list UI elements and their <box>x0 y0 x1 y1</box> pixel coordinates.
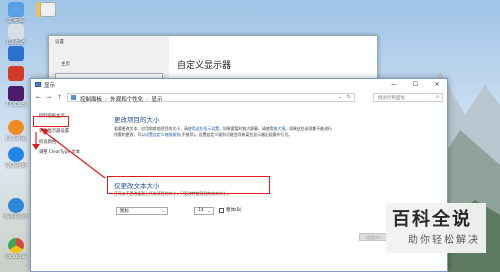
maximize-button[interactable]: ☐ <box>405 79 425 91</box>
display-settings-link[interactable]: 使用这些显示设置 <box>188 126 219 131</box>
watermark-title: 百科全说 <box>392 209 472 230</box>
breadcrumb-control-panel[interactable]: 控制面板 <box>80 97 102 103</box>
chevron-down-icon: ⌄ <box>207 208 211 213</box>
recycle-bin-glyph <box>8 24 24 39</box>
uc-browser-icon[interactable]: UC浏览 <box>2 120 30 142</box>
text-size-highlight-box <box>107 176 270 194</box>
desktop-icon-column: 此电脑 回收站 TOOLS UC浏览 QQ浏览 搜狗浏览 Google <box>0 0 32 272</box>
navigation-bar: ← → ↑ 控制面板 › 外观和个性化 › 显示 ⌄ ↻ 搜索控制面板 ⌕ <box>31 91 447 104</box>
file-glyph <box>40 2 56 17</box>
watermark-subtitle: 助你轻松解决 <box>408 235 480 246</box>
sidebar-item-calibrate-color[interactable]: 校准颜色 <box>39 139 56 145</box>
uc-browser-glyph <box>8 120 24 135</box>
watermark: 百科全说 助你轻松解决 <box>386 203 486 253</box>
chrome-glyph <box>8 238 24 253</box>
desc-text: 。如果要暂时放大屏幕，请使用 <box>219 126 274 131</box>
cleartype-highlight-box <box>33 116 69 127</box>
breadcrumb: 控制面板 › 外观和个性化 › 显示 <box>80 95 162 103</box>
search-input[interactable]: 搜索控制面板 ⌕ <box>373 93 443 102</box>
sidebar: 控制面板主页 更改显示器设置 校准颜色 调整 ClearType 文本 <box>31 105 106 265</box>
sogou-browser-glyph <box>8 198 24 213</box>
chevron-right-icon: › <box>105 97 108 103</box>
breadcrumb-display[interactable]: 显示 <box>151 97 162 103</box>
sidebar-item-cleartype[interactable]: 调整 ClearType 文本 <box>39 149 80 155</box>
font-size-value: 14 <box>198 208 204 213</box>
sidebar-item-display-settings[interactable]: 更改显示器设置 <box>39 128 69 134</box>
up-button[interactable]: ↑ <box>57 94 62 101</box>
settings-home-link[interactable]: 主页 <box>61 61 70 67</box>
bold-label: 粗体(B) <box>226 208 242 213</box>
premiere-glyph <box>8 86 24 101</box>
search-icon: ⌕ <box>436 94 439 100</box>
qq-browser-glyph <box>8 147 24 162</box>
back-button[interactable]: ← <box>36 94 41 101</box>
desc-text: 若要更改文本、应用和其他项目的大小，请 <box>114 126 188 131</box>
magnifier-link[interactable]: 放大镜 <box>274 126 286 131</box>
desc-text: (不推荐)。设置自定义级别可能会导致某些显示器出现意外行为。 <box>180 132 293 137</box>
title-bar[interactable]: 显示 — ☐ ✕ <box>31 79 447 91</box>
desktop-tile-icon[interactable] <box>2 66 30 81</box>
item-select[interactable]: 图标 ⌄ <box>116 207 168 215</box>
refresh-icon[interactable]: ↻ <box>347 94 351 100</box>
icon-label: 此电脑 <box>6 17 25 24</box>
tile-glyph <box>8 66 24 81</box>
text-size-controls: 图标 ⌄ 14 ⌄ 粗体(B) <box>114 205 334 217</box>
control-panel-icon <box>71 95 76 100</box>
premiere-icon[interactable]: TOOLS <box>2 86 30 108</box>
change-size-description: 若要更改文本、应用和其他项目的大小，请使用这些显示设置。如果要暂时放大屏幕，请使… <box>114 126 334 138</box>
search-placeholder: 搜索控制面板 <box>378 96 405 101</box>
icon-label: TOOLS <box>5 101 27 108</box>
chevron-down-icon: ⌄ <box>161 208 165 213</box>
tile-glyph <box>8 46 24 61</box>
computer-icon[interactable]: 此电脑 <box>2 2 30 24</box>
file-icon[interactable] <box>34 2 62 17</box>
chevron-right-icon: › <box>146 97 149 103</box>
window-title: 显示 <box>44 83 56 89</box>
custom-scaling-link[interactable]: 设置自定义缩放级别 <box>145 132 180 137</box>
icon-label: Google <box>5 253 27 260</box>
sogou-browser-icon[interactable]: 搜狗浏览 <box>2 198 30 220</box>
font-size-select[interactable]: 14 ⌄ <box>194 207 214 215</box>
address-bar[interactable]: 控制面板 › 外观和个性化 › 显示 ⌄ ↻ <box>67 93 355 103</box>
icon-label: 回收站 <box>6 39 25 46</box>
apply-button[interactable]: 应用(A) <box>359 233 387 241</box>
settings-title: 设置 <box>55 40 64 45</box>
qq-browser-icon[interactable]: QQ浏览 <box>2 147 30 169</box>
item-select-value: 图标 <box>120 209 129 214</box>
icon-label: UC浏览 <box>5 135 27 142</box>
icon-label: 搜狗浏览 <box>3 213 28 220</box>
minimize-button[interactable]: — <box>384 79 404 91</box>
recycle-bin-icon[interactable]: 回收站 <box>2 24 30 46</box>
close-button[interactable]: ✕ <box>427 79 447 91</box>
bold-checkbox[interactable] <box>219 208 224 213</box>
icon-label: QQ浏览 <box>5 162 27 169</box>
chrome-icon[interactable]: Google <box>2 238 30 260</box>
window-controls: — ☐ ✕ <box>384 79 447 91</box>
change-size-heading: 更改项目的大小 <box>114 116 160 124</box>
chevron-down-icon[interactable]: ⌄ <box>338 94 342 100</box>
settings-heading: 自定义显示器 <box>177 61 232 71</box>
computer-icon-glyph <box>8 2 24 17</box>
display-icon <box>35 82 41 87</box>
desktop-tile-icon[interactable] <box>2 46 30 61</box>
breadcrumb-appearance[interactable]: 外观和个性化 <box>110 97 143 103</box>
forward-button[interactable]: → <box>46 94 51 101</box>
